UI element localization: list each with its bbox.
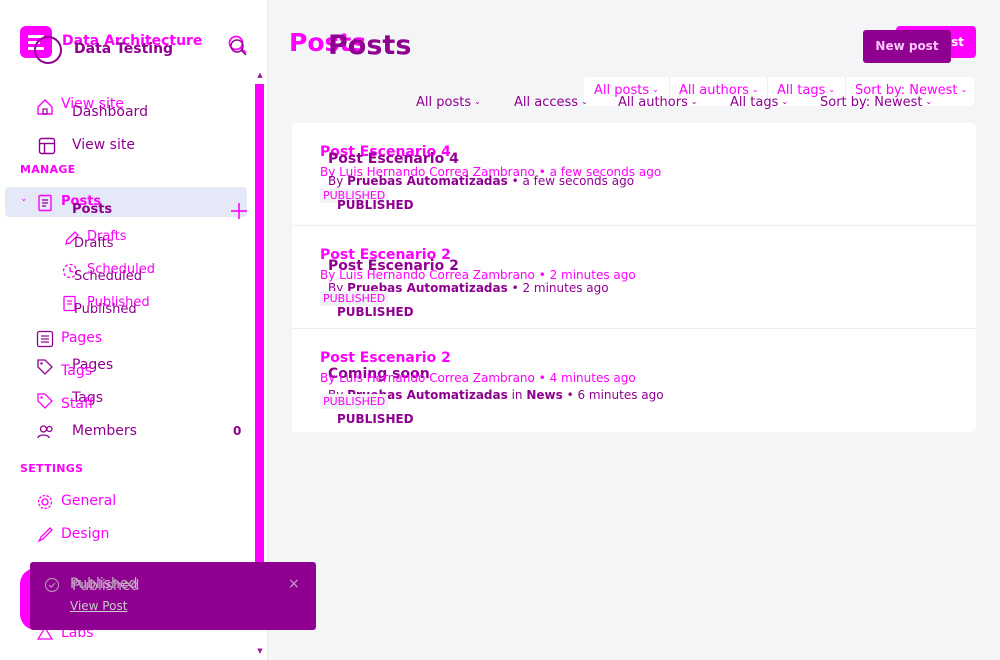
filter-all-tags[interactable]: All tags ⌄ [730, 95, 788, 110]
site-name-secondary: Data Testing [74, 41, 174, 57]
search-icon [228, 35, 247, 56]
scroll-up-arrow[interactable]: ▲ [256, 71, 264, 79]
status-badge: PUBLISHED [337, 305, 414, 319]
post-meta-primary: By Luis Hernando Correa Zambrano • 4 min… [320, 371, 636, 385]
chevron-down-icon[interactable]: ⌄ [20, 194, 28, 204]
members-count: 0 [233, 424, 242, 438]
staff-icon [37, 393, 53, 409]
brush-icon [37, 527, 53, 543]
check-circle-icon [44, 577, 60, 593]
home-icon [37, 99, 53, 115]
sidebar-item-drafts[interactable]: Drafts [74, 236, 114, 251]
sidebar-item-published[interactable]: Published [74, 302, 137, 317]
new-post-button[interactable]: New post [863, 30, 951, 63]
gear-icon [37, 494, 53, 510]
sort-by[interactable]: Sort by: Newest ⌄ [820, 95, 932, 110]
sidebar-item-general[interactable]: General [61, 493, 116, 509]
row-divider [292, 225, 976, 226]
post-meta-primary: By Luis Hernando Correa Zambrano • 2 min… [320, 268, 636, 282]
posts-icon [38, 194, 52, 212]
scroll-down-arrow[interactable]: ▼ [256, 647, 264, 655]
status-badge: PUBLISHED [337, 198, 414, 212]
page-title: Posts [328, 30, 412, 61]
toast-view-post-link[interactable]: View Post [70, 599, 127, 613]
members-icon [37, 425, 53, 439]
row-divider [292, 328, 976, 329]
settings-section-heading: SETTINGS [20, 462, 84, 475]
layout-icon [38, 137, 56, 155]
post-title-primary[interactable]: Post Escenario 2 [320, 350, 451, 366]
status-badge-primary: PUBLISHED [320, 394, 389, 409]
sidebar-item-members[interactable]: Members [72, 423, 137, 439]
sidebar-item-dashboard[interactable]: Dashboard [72, 104, 148, 120]
tag-icon [37, 359, 53, 375]
filter-all-authors[interactable]: All authors ⌄ [618, 95, 698, 110]
sidebar-item-view-site[interactable]: View site [72, 137, 135, 153]
toast-title-secondary: Published [72, 578, 140, 594]
manage-section-heading: MANAGE [20, 163, 76, 176]
filter-all-posts[interactable]: All posts ⌄ [416, 95, 481, 110]
status-badge: PUBLISHED [337, 412, 414, 426]
search-button[interactable] [225, 30, 249, 60]
pages-icon [36, 330, 54, 348]
sidebar-item-tags-primary[interactable]: Tags [61, 363, 92, 379]
sidebar-item-design[interactable]: Design [61, 526, 109, 542]
filter-all-access[interactable]: All access ⌄ [514, 95, 588, 110]
sidebar-scroll-thumb[interactable] [255, 84, 264, 562]
status-badge-primary: PUBLISHED [320, 291, 389, 306]
add-post-icon[interactable] [230, 202, 248, 220]
sidebar: Data Architecture Data Testing View site… [0, 0, 268, 660]
toast-notification [30, 562, 316, 630]
sidebar-item-posts[interactable]: Posts [72, 202, 112, 217]
sidebar-item-pages-primary[interactable]: Pages [61, 330, 102, 346]
site-icon-ring [34, 36, 62, 64]
close-icon[interactable]: × [288, 576, 300, 592]
post-meta: By Pruebas Automatizadas • a few seconds… [328, 174, 635, 188]
sidebar-item-scheduled[interactable]: Scheduled [74, 269, 142, 284]
sidebar-item-staff-primary[interactable]: Staff [61, 396, 94, 412]
